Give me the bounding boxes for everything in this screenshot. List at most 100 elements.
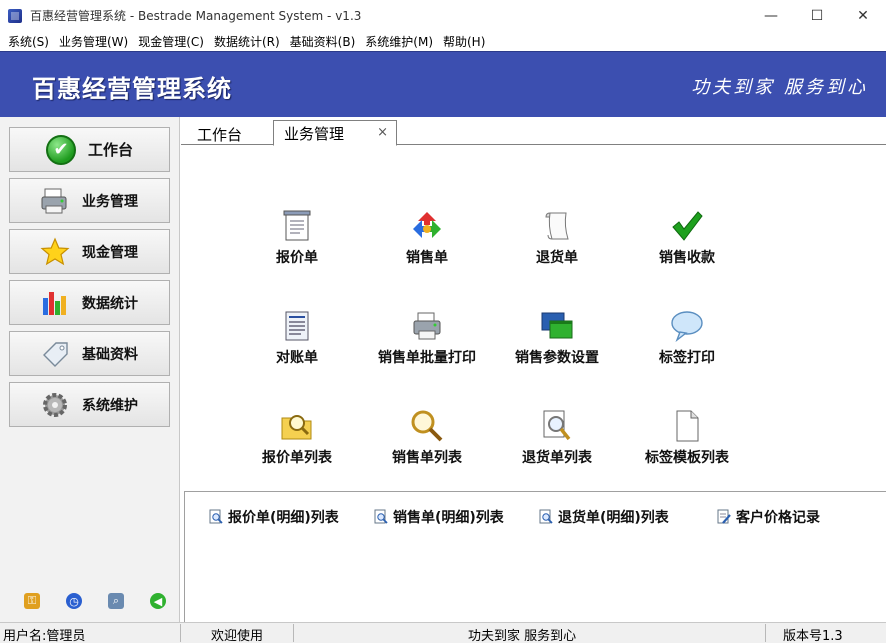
star-icon [40, 236, 70, 267]
search-icon[interactable]: ⌕ [108, 593, 124, 609]
sidebar-item-workbench[interactable]: ✔ 工作台 [9, 127, 170, 172]
gear-icon [40, 390, 70, 420]
status-bar: 用户名:管理员 欢迎使用 功夫到家 服务到心 版本号1.3 [0, 622, 886, 643]
printer-icon [410, 309, 444, 343]
grid-label: 报价单 [276, 250, 318, 266]
grid-quotation-list[interactable]: 报价单列表 [232, 409, 362, 467]
menu-bar: 系统(S) 业务管理(W) 现金管理(C) 数据统计(R) 基础资料(B) 系统… [0, 31, 886, 51]
sidebar-item-label: 数据统计 [82, 295, 138, 312]
app-icon [8, 8, 22, 23]
grid-label: 标签打印 [659, 350, 715, 366]
checkmark-icon [670, 209, 704, 243]
doc-search-icon [540, 409, 574, 443]
menu-cash[interactable]: 现金管理(C) [134, 33, 208, 50]
link-return-detail-list[interactable]: 退货单(明细)列表 [538, 507, 669, 527]
magnifier-icon [410, 409, 444, 443]
status-separator [180, 624, 181, 642]
status-slogan: 功夫到家 服务到心 [468, 629, 577, 643]
grid-label: 销售单列表 [392, 450, 462, 466]
link-label: 销售单(明细)列表 [393, 510, 504, 526]
sidebar-item-maintenance[interactable]: 系统维护 [9, 382, 170, 427]
link-label: 退货单(明细)列表 [558, 510, 669, 526]
minimize-button[interactable]: — [748, 0, 794, 31]
menu-statistics[interactable]: 数据统计(R) [210, 33, 284, 50]
grid-quotation[interactable]: 报价单 [232, 209, 362, 267]
grid-label: 销售单 [406, 250, 448, 266]
title-bar: 百惠经营管理系统 - Bestrade Management System - … [0, 0, 886, 31]
status-separator [765, 624, 766, 642]
sidebar-item-label: 系统维护 [82, 397, 138, 414]
close-button[interactable]: ✕ [840, 0, 886, 31]
grid-label: 退货单列表 [522, 450, 592, 466]
sidebar-item-statistics[interactable]: 数据统计 [9, 280, 170, 325]
sidebar-item-basic-data[interactable]: 基础资料 [9, 331, 170, 376]
grid-label: 对账单 [276, 350, 318, 366]
maximize-button[interactable]: ☐ [794, 0, 840, 31]
tab-workbench[interactable]: 工作台 [197, 123, 242, 145]
grid-sales-settings[interactable]: 销售参数设置 [492, 309, 622, 367]
folder-search-icon [280, 409, 314, 443]
document-icon [280, 209, 314, 243]
header-banner: 百惠经营管理系统 功夫到家 服务到心 [0, 51, 886, 117]
status-separator [293, 624, 294, 642]
menu-system[interactable]: 系统(S) [4, 33, 53, 50]
doc-edit-icon [716, 509, 732, 525]
back-icon[interactable]: ◀ [150, 593, 166, 609]
sidebar-item-label: 基础资料 [82, 346, 138, 363]
sidebar-item-label: 工作台 [88, 141, 134, 159]
grid-return-list[interactable]: 退货单列表 [492, 409, 622, 467]
grid-label-template-list[interactable]: 标签模板列表 [622, 409, 752, 467]
menu-basic-data[interactable]: 基础资料(B) [286, 33, 360, 50]
grid-label: 销售收款 [659, 250, 715, 266]
grid-label-print[interactable]: 标签打印 [622, 309, 752, 367]
grid-sales-receipt[interactable]: 销售收款 [622, 209, 752, 267]
ledger-icon [280, 309, 314, 343]
menu-help[interactable]: 帮助(H) [439, 33, 489, 50]
window-controls: — ☐ ✕ [748, 0, 886, 31]
main-content: 工作台 业务管理 × 报价单 销售单 退货单 销售收款 对账单 销售单批量打印 … [181, 117, 886, 622]
grid-label: 退货单 [536, 250, 578, 266]
tab-business[interactable]: 业务管理 × [273, 120, 397, 146]
doc-search-small-icon [538, 509, 554, 525]
clock-icon[interactable]: ◷ [66, 593, 82, 609]
link-customer-price-record[interactable]: 客户价格记录 [716, 507, 820, 527]
banner-slogan: 功夫到家 服务到心 [691, 77, 868, 98]
grid-label: 销售参数设置 [515, 350, 599, 366]
printer-icon [40, 186, 70, 216]
sidebar-item-business[interactable]: 业务管理 [9, 178, 170, 223]
doc-search-small-icon [373, 509, 389, 525]
link-sales-detail-list[interactable]: 销售单(明细)列表 [373, 507, 504, 527]
sidebar-toolbar: ⚿ ◷ ⌕ ◀ [0, 593, 180, 613]
grid-statement[interactable]: 对账单 [232, 309, 362, 367]
tag-icon [40, 339, 70, 369]
grid-sales-order[interactable]: 销售单 [362, 209, 492, 267]
grid-label: 标签模板列表 [645, 450, 729, 466]
tab-close-icon[interactable]: × [377, 125, 388, 140]
recycle-icon [410, 209, 444, 243]
menu-business[interactable]: 业务管理(W) [55, 33, 132, 50]
grid-label: 报价单列表 [262, 450, 332, 466]
key-icon[interactable]: ⚿ [24, 593, 40, 609]
grid-label: 销售单批量打印 [378, 350, 476, 366]
check-icon: ✔ [46, 134, 76, 165]
status-version: 版本号1.3 [783, 629, 843, 643]
speech-bubble-icon [670, 309, 704, 343]
link-quotation-detail-list[interactable]: 报价单(明细)列表 [208, 507, 339, 527]
link-label: 客户价格记录 [736, 510, 820, 526]
link-label: 报价单(明细)列表 [228, 510, 339, 526]
doc-search-small-icon [208, 509, 224, 525]
menu-maintenance[interactable]: 系统维护(M) [361, 33, 437, 50]
tab-strip: 工作台 业务管理 × [181, 117, 886, 146]
scroll-icon [540, 209, 574, 243]
sidebar-item-label: 现金管理 [82, 244, 138, 261]
status-welcome: 欢迎使用 [211, 629, 264, 643]
grid-return-order[interactable]: 退货单 [492, 209, 622, 267]
status-user: 用户名:管理员 [3, 629, 86, 643]
grid-batch-print[interactable]: 销售单批量打印 [362, 309, 492, 367]
sidebar-item-cash[interactable]: 现金管理 [9, 229, 170, 274]
windows-icon [540, 309, 574, 343]
sidebar: ✔ 工作台 业务管理 现金管理 数据统计 基础资料 系统维护 ⚿ ◷ ⌕ ◀ [0, 117, 180, 622]
grid-sales-list[interactable]: 销售单列表 [362, 409, 492, 467]
tab-business-label: 业务管理 [284, 124, 345, 143]
sidebar-item-label: 业务管理 [82, 193, 138, 210]
